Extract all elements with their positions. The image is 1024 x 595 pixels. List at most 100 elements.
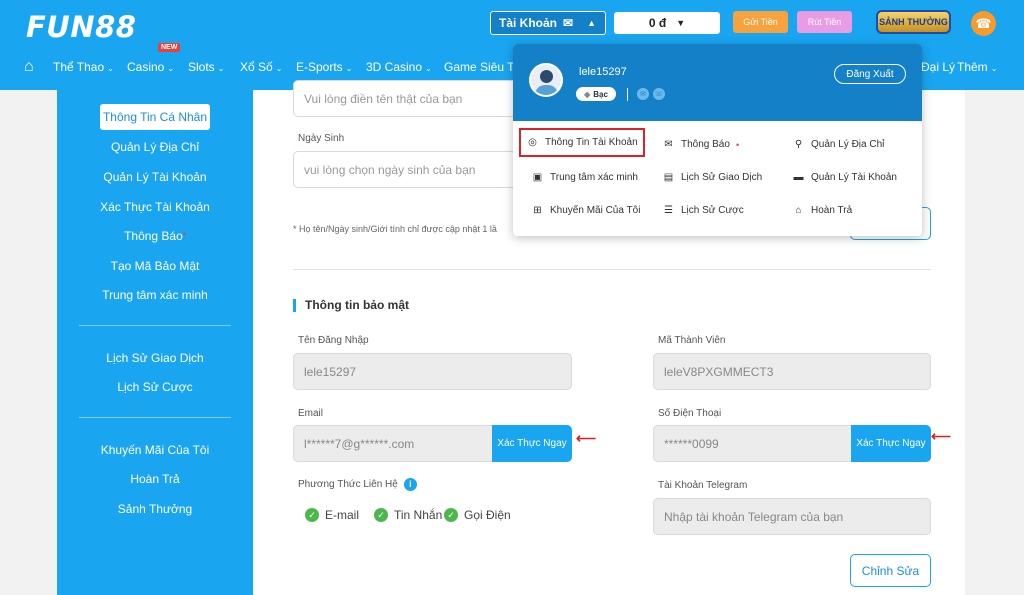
- dropdown-item-my-promotions[interactable]: ⊞ Khuyến Mãi Của Tôi: [532, 205, 640, 216]
- dropdown-item-account-management[interactable]: ▬ Quản Lý Tài Khoản: [793, 172, 898, 183]
- contact-option-email[interactable]: ✓ E-mail: [305, 508, 359, 522]
- check-icon: ✓: [305, 508, 319, 522]
- contact-option-call[interactable]: ✓ Gọi Điện: [444, 508, 511, 522]
- mail-icon[interactable]: ✉: [637, 88, 649, 100]
- dropdown-header: lele15297 ◆ Bạc ✉ ☏ Đăng Xuất: [513, 44, 922, 121]
- sidebar-item-account-management[interactable]: Quản Lý Tài Khoản: [57, 170, 253, 184]
- diamond-icon: ◆: [584, 89, 591, 99]
- vip-tier-badge: ◆ Bạc: [576, 87, 616, 101]
- caret-down-icon: ▼: [676, 18, 686, 28]
- sidebar-item-transaction-history[interactable]: Lịch Sử Giao Dịch: [57, 351, 253, 365]
- dropdown-item-transaction-history[interactable]: ▤ Lịch Sử Giao Dịch: [663, 172, 762, 183]
- balance-display[interactable]: 0 đ ▼: [614, 12, 720, 34]
- nav-slots[interactable]: Slots ⌄: [188, 60, 224, 74]
- home-icon[interactable]: ⌂: [24, 58, 34, 76]
- nav-casino[interactable]: Casino ⌄: [127, 60, 174, 74]
- reward-hall-button[interactable]: SẢNH THƯỞNG: [876, 10, 951, 34]
- caret-up-icon: ▲: [587, 18, 596, 28]
- username-field: lele15297: [293, 353, 572, 390]
- bank-icon: ⌂: [795, 205, 802, 216]
- security-section-title: Thông tin bảo mật: [293, 299, 409, 312]
- gift-icon: ⊞: [533, 205, 542, 216]
- deposit-button[interactable]: Gửi Tiền: [733, 11, 788, 33]
- chevron-down-icon: ⌄: [107, 64, 114, 73]
- sidebar-divider: [79, 417, 231, 418]
- header-separator: [627, 88, 628, 101]
- sidebar-item-personal-info[interactable]: Thông Tin Cá Nhân: [100, 104, 210, 130]
- chevron-down-icon: ⌄: [275, 64, 283, 73]
- list-icon: ☰: [664, 205, 673, 216]
- nav-more[interactable]: Thêm ⌄: [957, 60, 997, 74]
- sidebar-item-account-verification[interactable]: Xác Thực Tài Khoản: [57, 200, 253, 214]
- account-dropdown: lele15297 ◆ Bạc ✉ ☏ Đăng Xuất ◎ Thông Tin …: [513, 44, 922, 236]
- section-divider: [293, 269, 931, 270]
- chevron-down-icon: ⌄: [425, 64, 432, 73]
- notification-dot: •: [182, 229, 186, 239]
- withdraw-button[interactable]: Rút Tiền: [797, 11, 852, 33]
- verify-email-button[interactable]: Xác Thực Ngay: [492, 425, 572, 462]
- sidebar-item-rebate[interactable]: Hoàn Trả: [57, 472, 253, 486]
- sidebar-item-bet-history[interactable]: Lịch Sử Cược: [57, 380, 253, 394]
- logout-button[interactable]: Đăng Xuất: [834, 64, 906, 84]
- mail-icon: ✉: [563, 16, 574, 30]
- dropdown-item-verification-center[interactable]: ▣ Trung tâm xác minh: [532, 172, 638, 183]
- balance-value: 0 đ: [648, 16, 667, 30]
- new-badge: NEW: [158, 43, 181, 52]
- card-icon: ▬: [793, 172, 804, 183]
- email-label: Email: [298, 408, 324, 419]
- mail-icon: ✉: [664, 139, 673, 150]
- dropdown-username: lele15297: [579, 66, 627, 78]
- account-menu-button[interactable]: Tài Khoản ✉ ▲: [490, 11, 606, 35]
- nav-super-game[interactable]: Game Siêu Tố: [444, 60, 521, 74]
- info-icon[interactable]: i: [403, 478, 417, 491]
- verify-phone-button[interactable]: Xác Thực Ngay: [851, 425, 931, 462]
- birthday-label: Ngày Sinh: [298, 133, 345, 144]
- chevron-down-icon: ⌄: [990, 64, 998, 73]
- sidebar-item-reward-hall[interactable]: Sảnh Thưởng: [57, 502, 253, 516]
- member-code-field: leleV8PXGMMECT3: [653, 353, 931, 390]
- red-arrow-left-icon: ⟵: [576, 430, 597, 446]
- edit-button[interactable]: Chỉnh Sửa: [850, 554, 931, 587]
- check-icon: ✓: [444, 508, 458, 522]
- dropdown-item-rebate[interactable]: ⌂ Hoàn Trả: [793, 205, 852, 216]
- member-code-label: Mã Thành Viên: [658, 335, 726, 346]
- fun88-logo[interactable]: FUN88: [26, 10, 137, 44]
- document-icon: ▤: [663, 172, 674, 183]
- telegram-input[interactable]: Nhập tài khoản Telegram của bạn: [653, 498, 931, 535]
- nav-3d-casino[interactable]: 3D Casino ⌄: [366, 60, 432, 74]
- sidebar-item-notifications[interactable]: Thông Báo•: [57, 229, 253, 243]
- contact-method-label: Phương Thức Liên Hệ i: [298, 478, 417, 491]
- user-circle-icon: ◎: [528, 137, 537, 148]
- location-pin-icon: ⚲: [794, 139, 803, 150]
- headset-support-icon[interactable]: ☎: [971, 11, 996, 36]
- chevron-down-icon: ⌄: [167, 64, 175, 73]
- sidebar-item-security-code[interactable]: Tạo Mã Bảo Mật: [57, 259, 253, 273]
- phone-label: Số Điện Thoại: [658, 408, 722, 419]
- verify-screen-icon: ▣: [532, 172, 543, 183]
- nav-lottery[interactable]: Xổ Số ⌄: [240, 60, 282, 74]
- dropdown-item-account-info[interactable]: ◎ Thông Tin Tài Khoản: [519, 128, 645, 157]
- nav-agent[interactable]: Đại Lý: [921, 60, 955, 74]
- sidebar-item-my-promotions[interactable]: Khuyến Mãi Của Tôi: [57, 443, 253, 457]
- dropdown-item-bet-history[interactable]: ☰ Lịch Sử Cược: [663, 205, 744, 216]
- phone-icon[interactable]: ☏: [653, 88, 665, 100]
- sidebar-item-address[interactable]: Quản Lý Địa Chỉ: [57, 140, 253, 154]
- account-sidebar: Thông Tin Cá Nhân Quản Lý Địa Chỉ Quản L…: [57, 90, 253, 595]
- update-note: * Họ tên/Ngày sinh/Giới tính chỉ được cậ…: [293, 224, 497, 234]
- chevron-down-icon: ⌄: [217, 64, 225, 73]
- check-icon: ✓: [374, 508, 388, 522]
- nav-esports[interactable]: E-Sports ⌄: [296, 60, 352, 74]
- username-label: Tên Đăng Nhập: [298, 335, 369, 346]
- account-label: Tài Khoản: [499, 16, 558, 30]
- dropdown-item-notifications[interactable]: ✉ Thông Báo •: [663, 139, 739, 150]
- telegram-label: Tài Khoản Telegram: [658, 480, 748, 491]
- chevron-down-icon: ⌄: [345, 64, 353, 73]
- sidebar-divider: [79, 325, 231, 326]
- nav-sports[interactable]: Thể Thao ⌄: [53, 60, 114, 74]
- avatar[interactable]: [529, 63, 563, 97]
- contact-option-sms[interactable]: ✓ Tin Nhắn: [374, 508, 442, 522]
- notification-dot: •: [735, 139, 740, 150]
- dropdown-item-address[interactable]: ⚲ Quản Lý Địa Chỉ: [793, 139, 885, 150]
- red-arrow-left-icon: ⟵: [931, 428, 952, 444]
- sidebar-item-verification-center[interactable]: Trung tâm xác minh: [57, 288, 253, 302]
